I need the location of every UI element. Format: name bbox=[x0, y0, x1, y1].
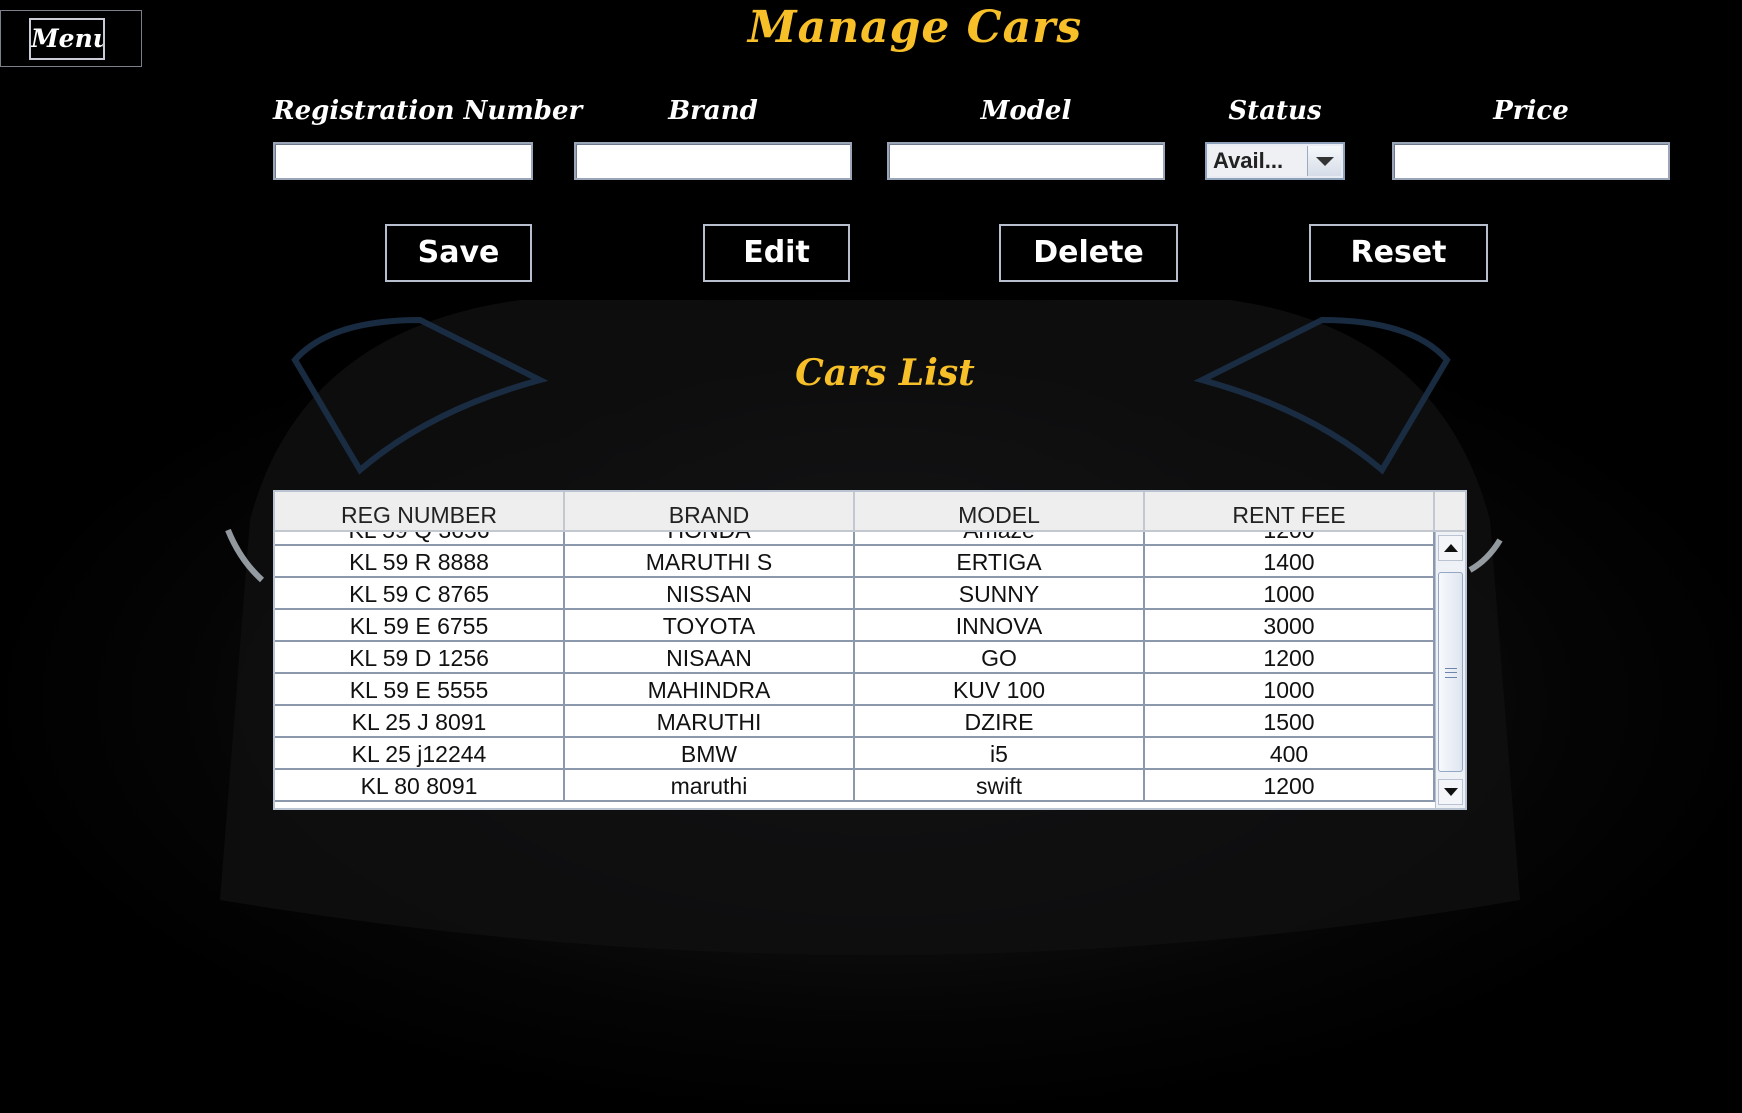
save-button[interactable]: Save bbox=[385, 224, 532, 282]
cell-brand: NISAAN bbox=[565, 642, 855, 672]
table-row[interactable]: KL 59 R 8888 MARUTHI S ERTIGA 1400 bbox=[275, 546, 1435, 578]
cell-reg-number: KL 59 E 6755 bbox=[275, 610, 565, 640]
column-header-reg-number[interactable]: REG NUMBER bbox=[275, 492, 565, 530]
table-body: KL 59 Q 3656 HONDA Amaze 1200 KL 59 R 88… bbox=[275, 532, 1435, 808]
cell-rent-fee: 1200 bbox=[1145, 770, 1435, 800]
cell-brand: TOYOTA bbox=[565, 610, 855, 640]
cell-model: DZIRE bbox=[855, 706, 1145, 736]
scrollbar-thumb[interactable] bbox=[1438, 572, 1463, 772]
cell-rent-fee: 1200 bbox=[1145, 642, 1435, 672]
cell-reg-number: KL 25 J 8091 bbox=[275, 706, 565, 736]
cell-model: swift bbox=[855, 770, 1145, 800]
cell-brand: HONDA bbox=[565, 532, 855, 544]
cell-reg-number: KL 80 8091 bbox=[275, 770, 565, 800]
column-header-rent-fee[interactable]: RENT FEE bbox=[1145, 492, 1435, 530]
cell-rent-fee: 1400 bbox=[1145, 546, 1435, 576]
cell-brand: MARUTHI bbox=[565, 706, 855, 736]
cell-model: KUV 100 bbox=[855, 674, 1145, 704]
table-row[interactable]: KL 59 D 1256 NISAAN GO 1200 bbox=[275, 642, 1435, 674]
cell-model: SUNNY bbox=[855, 578, 1145, 608]
table-row[interactable]: KL 59 E 5555 MAHINDRA KUV 100 1000 bbox=[275, 674, 1435, 706]
column-header-model[interactable]: MODEL bbox=[855, 492, 1145, 530]
table-row[interactable]: KL 59 Q 3656 HONDA Amaze 1200 bbox=[275, 532, 1435, 546]
cars-list-title: Cars List bbox=[795, 352, 975, 394]
price-label: Price bbox=[1493, 96, 1569, 126]
scroll-up-arrow-icon[interactable] bbox=[1438, 535, 1463, 561]
cell-model: INNOVA bbox=[855, 610, 1145, 640]
table-row[interactable]: KL 80 8091 maruthi swift 1200 bbox=[275, 770, 1435, 802]
scroll-down-arrow-icon[interactable] bbox=[1438, 779, 1463, 805]
cell-rent-fee: 400 bbox=[1145, 738, 1435, 768]
cell-rent-fee: 1000 bbox=[1145, 674, 1435, 704]
cell-reg-number: KL 59 E 5555 bbox=[275, 674, 565, 704]
table-row[interactable]: KL 59 C 8765 NISSAN SUNNY 1000 bbox=[275, 578, 1435, 610]
cell-brand: MAHINDRA bbox=[565, 674, 855, 704]
cell-brand: NISSAN bbox=[565, 578, 855, 608]
table-header-corner bbox=[1435, 492, 1465, 532]
table-scrollbar[interactable] bbox=[1435, 532, 1465, 808]
cell-reg-number: KL 59 C 8765 bbox=[275, 578, 565, 608]
cell-brand: MARUTHI S bbox=[565, 546, 855, 576]
registration-number-label: Registration Number bbox=[273, 96, 583, 126]
cell-brand: BMW bbox=[565, 738, 855, 768]
table-row[interactable]: KL 59 E 6755 TOYOTA INNOVA 3000 bbox=[275, 610, 1435, 642]
table-row[interactable]: KL 25 J 8091 MARUTHI DZIRE 1500 bbox=[275, 706, 1435, 738]
cell-model: GO bbox=[855, 642, 1145, 672]
cell-reg-number: KL 25 j12244 bbox=[275, 738, 565, 768]
cell-model: Amaze bbox=[855, 532, 1145, 544]
cell-rent-fee: 1500 bbox=[1145, 706, 1435, 736]
cell-rent-fee: 1200 bbox=[1145, 532, 1435, 544]
grip-icon bbox=[1445, 668, 1457, 678]
status-select[interactable]: Avail... bbox=[1205, 142, 1345, 180]
chevron-down-icon[interactable] bbox=[1307, 146, 1341, 176]
delete-button[interactable]: Delete bbox=[999, 224, 1178, 282]
cell-reg-number: KL 59 R 8888 bbox=[275, 546, 565, 576]
cell-rent-fee: 1000 bbox=[1145, 578, 1435, 608]
status-selected-value: Avail... bbox=[1209, 146, 1307, 176]
table-row[interactable]: KL 25 j12244 BMW i5 400 bbox=[275, 738, 1435, 770]
brand-label: Brand bbox=[668, 96, 758, 126]
brand-input[interactable] bbox=[574, 142, 852, 180]
table-header: REG NUMBER BRAND MODEL RENT FEE bbox=[275, 492, 1435, 532]
model-label: Model bbox=[980, 96, 1072, 126]
column-header-brand[interactable]: BRAND bbox=[565, 492, 855, 530]
cell-model: i5 bbox=[855, 738, 1145, 768]
reset-button[interactable]: Reset bbox=[1309, 224, 1488, 282]
cell-reg-number: KL 59 Q 3656 bbox=[275, 532, 565, 544]
cell-brand: maruthi bbox=[565, 770, 855, 800]
page-title: Manage Cars bbox=[747, 2, 1083, 53]
registration-number-input[interactable] bbox=[273, 142, 533, 180]
cell-rent-fee: 3000 bbox=[1145, 610, 1435, 640]
status-label: Status bbox=[1228, 96, 1322, 126]
price-input[interactable] bbox=[1392, 142, 1670, 180]
cell-reg-number: KL 59 D 1256 bbox=[275, 642, 565, 672]
edit-button[interactable]: Edit bbox=[703, 224, 850, 282]
model-input[interactable] bbox=[887, 142, 1165, 180]
cell-model: ERTIGA bbox=[855, 546, 1145, 576]
cars-table: REG NUMBER BRAND MODEL RENT FEE KL 59 Q … bbox=[273, 490, 1467, 810]
